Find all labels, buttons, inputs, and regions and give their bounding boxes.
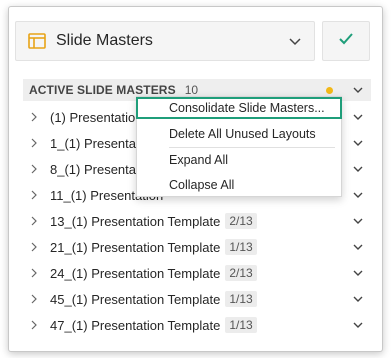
slide-masters-dropdown[interactable]: Slide Masters (15, 21, 315, 61)
check-icon (338, 32, 354, 51)
confirm-button[interactable] (322, 21, 370, 61)
master-name: 47_(1) Presentation Template (50, 317, 221, 333)
chevron-right-icon[interactable] (29, 242, 39, 252)
chevron-right-icon[interactable] (29, 216, 39, 226)
chevron-down-icon[interactable] (352, 111, 364, 123)
layout-count-badge: 1/13 (225, 239, 257, 255)
context-menu: Consolidate Slide Masters... Delete All … (136, 96, 342, 197)
chevron-down-icon[interactable] (352, 189, 364, 201)
chevron-down-icon[interactable] (352, 319, 364, 331)
master-name: 24_(1) Presentation Template (50, 265, 221, 281)
chevron-down-icon[interactable] (352, 267, 364, 279)
chevron-down-icon (288, 34, 302, 48)
chevron-right-icon[interactable] (29, 294, 39, 304)
chevron-down-icon[interactable] (352, 84, 364, 96)
chevron-right-icon[interactable] (29, 112, 39, 122)
section-label: ACTIVE SLIDE MASTERS (29, 83, 176, 97)
chevron-right-icon[interactable] (29, 138, 39, 148)
chevron-right-icon[interactable] (29, 164, 39, 174)
delete-unused-layouts-item[interactable]: Delete All Unused Layouts (137, 123, 341, 145)
section-count: 10 (184, 83, 199, 97)
list-item[interactable]: 13_(1) Presentation Template 2/13 (23, 208, 371, 234)
chevron-right-icon[interactable] (29, 320, 39, 330)
master-name: 21_(1) Presentation Template (50, 239, 221, 255)
chevron-down-icon[interactable] (352, 241, 364, 253)
chevron-down-icon[interactable] (352, 293, 364, 305)
collapse-all-item[interactable]: Collapse All (137, 174, 341, 196)
list-item[interactable]: 21_(1) Presentation Template 1/13 (23, 234, 371, 260)
menu-divider (169, 147, 335, 148)
slide-layout-icon (28, 33, 46, 49)
chevron-down-icon[interactable] (352, 163, 364, 175)
layout-count-badge: 2/13 (225, 265, 257, 281)
chevron-right-icon[interactable] (29, 190, 39, 200)
consolidate-slide-masters-item[interactable]: Consolidate Slide Masters... (136, 97, 342, 119)
status-dot (326, 87, 333, 94)
master-name: 45_(1) Presentation Template (50, 291, 221, 307)
chevron-right-icon[interactable] (29, 268, 39, 278)
master-name: 13_(1) Presentation Template (50, 213, 221, 229)
panel-title: Slide Masters (56, 32, 153, 49)
chevron-down-icon[interactable] (352, 137, 364, 149)
expand-all-item[interactable]: Expand All (137, 149, 341, 171)
list-item[interactable]: 45_(1) Presentation Template 1/13 (23, 286, 371, 312)
layout-count-badge: 2/13 (225, 213, 257, 229)
chevron-down-icon[interactable] (352, 215, 364, 227)
list-item[interactable]: 47_(1) Presentation Template 1/13 (23, 312, 371, 338)
layout-count-badge: 1/13 (225, 291, 257, 307)
list-item[interactable]: 24_(1) Presentation Template 2/13 (23, 260, 371, 286)
layout-count-badge: 1/13 (225, 317, 257, 333)
